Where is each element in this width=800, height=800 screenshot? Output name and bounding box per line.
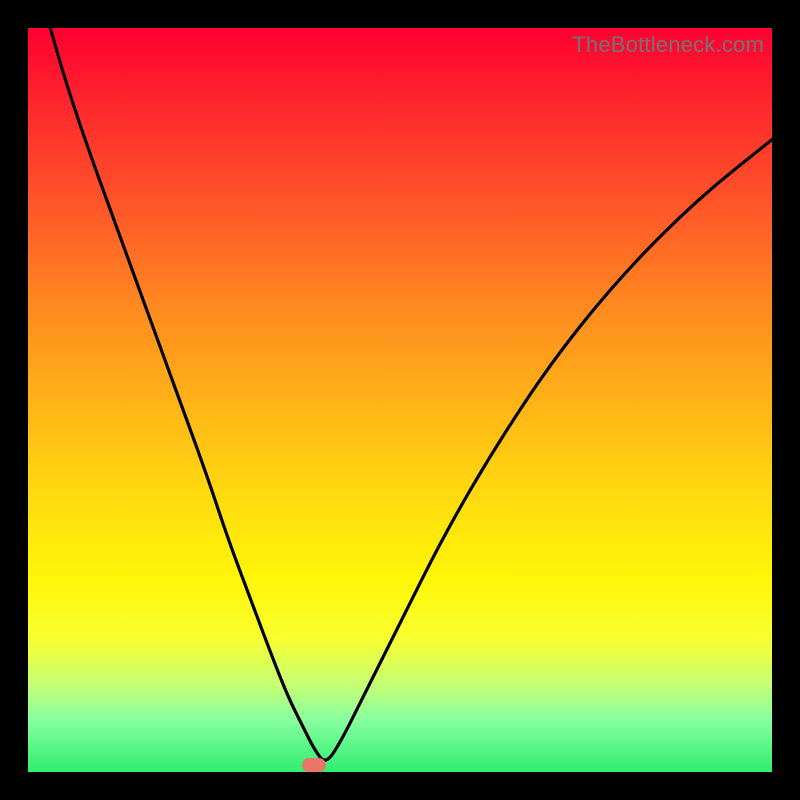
bottleneck-curve xyxy=(28,28,772,772)
plot-area: TheBottleneck.com xyxy=(28,28,772,772)
optimum-marker xyxy=(302,758,326,772)
curve-path xyxy=(50,28,772,760)
chart-frame: TheBottleneck.com xyxy=(0,0,800,800)
